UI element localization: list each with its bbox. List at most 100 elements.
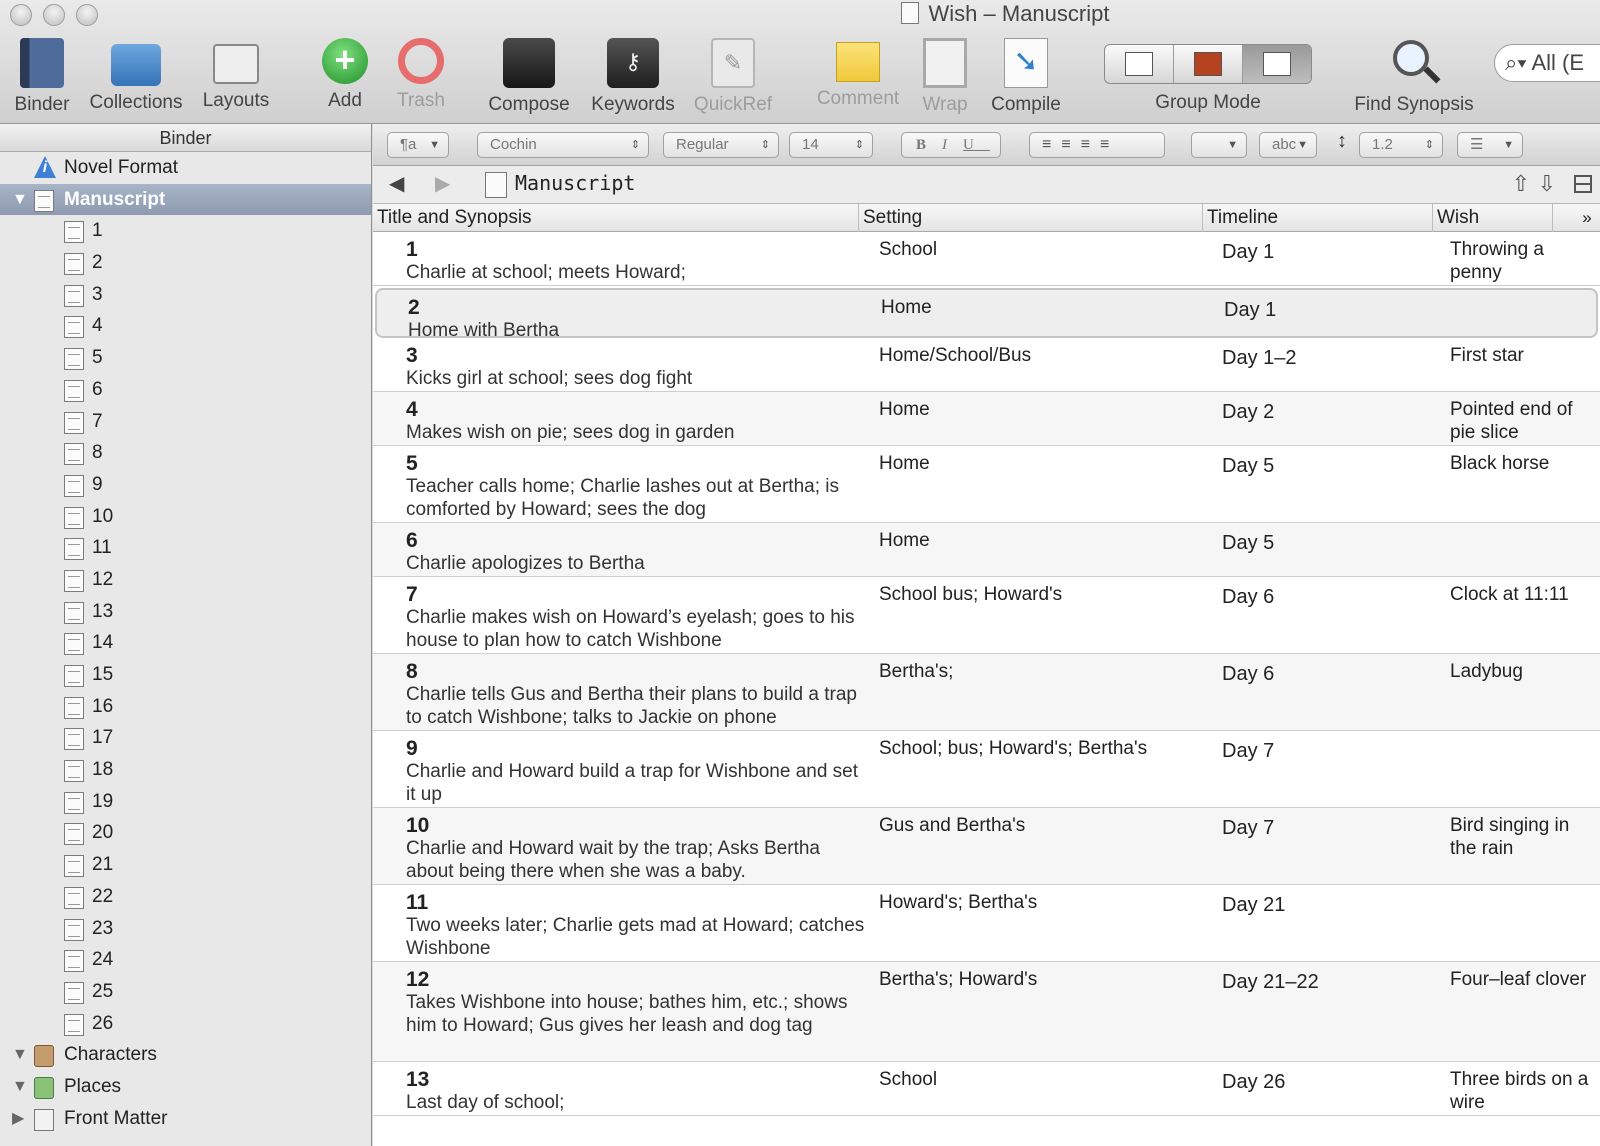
outliner-row[interactable]: 12 Takes Wishbone into house; bathes him,… [373, 962, 1600, 1062]
previous-document-icon[interactable]: ⇧ [1512, 171, 1530, 197]
outliner-row[interactable]: 6 Charlie apologizes to Bertha Home Day 5 [373, 523, 1600, 577]
binder-item-12[interactable]: 12 [0, 564, 371, 596]
outliner-row[interactable]: 4 Makes wish on pie; sees dog in garden Ho… [373, 392, 1600, 446]
binder-item-16[interactable]: 16 [0, 691, 371, 723]
keywords-button[interactable]: ⚷ Keywords [588, 38, 678, 116]
timeline-cell: Day 7 [1222, 740, 1442, 763]
disclosure-closed-icon[interactable]: ▶ [12, 1103, 24, 1134]
binder-item-3[interactable]: 3 [0, 279, 371, 311]
column-header-timeline[interactable]: Timeline [1203, 204, 1433, 232]
binder-item-characters[interactable]: ▼ Characters [0, 1039, 371, 1071]
outliner-row[interactable]: 2 Home with Bertha Home Day 1 [375, 288, 1598, 341]
compile-label: Compile [991, 94, 1061, 115]
binder-item-21[interactable]: 21 [0, 849, 371, 881]
font-size-menu[interactable]: 14 ⇕ [789, 132, 873, 158]
binder-item-4[interactable]: 4 [0, 310, 371, 342]
compose-button[interactable]: Compose [486, 38, 572, 116]
binder-item-places[interactable]: ▼ Places [0, 1071, 371, 1103]
align-justify-icon[interactable]: ≡ [1100, 136, 1119, 153]
binder-item-26[interactable]: 26 [0, 1008, 371, 1040]
window-toolbar: Wish – Manuscript Binder Collections Lay… [0, 0, 1600, 124]
binder-item-11[interactable]: 11 [0, 532, 371, 564]
outliner-row[interactable]: 10 Charlie and Howard wait by the trap; A… [373, 808, 1600, 885]
find-synopsis-button[interactable]: Find Synopsis [1352, 38, 1476, 116]
text-color-menu[interactable]: ▼ [1191, 132, 1247, 158]
next-document-icon[interactable]: ⇩ [1538, 171, 1556, 197]
column-header-setting[interactable]: Setting [859, 204, 1203, 232]
list-style-menu[interactable]: ☰ ▼ [1457, 132, 1523, 158]
outliner-row[interactable]: 5 Teacher calls home; Charlie lashes out … [373, 446, 1600, 523]
column-header-wish[interactable]: Wish [1433, 204, 1553, 232]
binder-item-15[interactable]: 15 [0, 659, 371, 691]
binder-item-novel-format[interactable]: Novel Format [0, 152, 371, 184]
collections-button[interactable]: Collections [84, 38, 188, 114]
outliner-row[interactable]: 13 Last day of school; School Day 26 Three b… [373, 1062, 1600, 1116]
disclosure-open-icon[interactable]: ▼ [12, 1039, 28, 1070]
line-spacing-menu[interactable]: 1.2 ⇕ [1359, 132, 1443, 158]
group-mode-outliner[interactable] [1243, 45, 1311, 83]
underline-button[interactable]: U [963, 137, 990, 153]
back-arrow-icon[interactable]: ◀ [389, 171, 404, 196]
editor-header-title[interactable]: Manuscript [515, 171, 635, 195]
binder-item-9[interactable]: 9 [0, 469, 371, 501]
group-mode-control[interactable] [1104, 44, 1312, 84]
chevron-down-icon: ▼ [1503, 139, 1514, 151]
binder-item-5[interactable]: 5 [0, 342, 371, 374]
binder-item-label: 25 [92, 980, 114, 1002]
forward-arrow-icon[interactable]: ▶ [435, 171, 450, 196]
search-field[interactable]: ⌕▾ All (E [1494, 44, 1600, 82]
add-button[interactable]: + Add [310, 38, 380, 112]
outliner-row[interactable]: 9 Charlie and Howard build a trap for Wis… [373, 731, 1600, 808]
binder-item-1[interactable]: 1 [0, 215, 371, 247]
disclosure-open-icon[interactable]: ▼ [12, 1071, 28, 1102]
trash-button[interactable]: Trash [386, 38, 456, 112]
binder-item-7[interactable]: 7 [0, 406, 371, 438]
compile-button[interactable]: ➘ Compile [986, 38, 1066, 116]
wrap-button[interactable]: Wrap [914, 38, 976, 116]
group-mode-corkboard[interactable] [1174, 45, 1243, 83]
align-center-icon[interactable]: ≡ [1061, 136, 1080, 153]
align-right-icon[interactable]: ≡ [1081, 136, 1100, 153]
binder-item-17[interactable]: 17 [0, 722, 371, 754]
align-left-icon[interactable]: ≡ [1042, 136, 1061, 153]
binder-item-14[interactable]: 14 [0, 627, 371, 659]
binder-item-22[interactable]: 22 [0, 881, 371, 913]
font-family-menu[interactable]: Cochin ⇕ [477, 132, 649, 158]
binder-item-8[interactable]: 8 [0, 437, 371, 469]
paragraph-style-menu[interactable]: ¶a ▼ [387, 132, 449, 158]
binder-item-23[interactable]: 23 [0, 913, 371, 945]
group-mode-scrivenings[interactable] [1105, 45, 1174, 83]
font-style-menu[interactable]: Regular ⇕ [663, 132, 779, 158]
quickref-button[interactable]: ✎ QuickRef [688, 38, 778, 116]
more-columns-icon[interactable]: » [1574, 204, 1600, 232]
binder-button[interactable]: Binder [8, 38, 76, 116]
italic-button[interactable]: I [942, 137, 963, 153]
binder-item-25[interactable]: 25 [0, 976, 371, 1008]
document-icon [64, 221, 84, 244]
binder-item-24[interactable]: 24 [0, 944, 371, 976]
column-header-title[interactable]: Title and Synopsis [373, 204, 859, 232]
layouts-button[interactable]: Layouts [196, 38, 276, 112]
binder-item-19[interactable]: 19 [0, 786, 371, 818]
binder-item-manuscript[interactable]: ▼ Manuscript [0, 183, 371, 216]
binder-item-10[interactable]: 10 [0, 501, 371, 533]
binder-item-front-matter[interactable]: ▶ Front Matter [0, 1103, 371, 1135]
binder-item-18[interactable]: 18 [0, 754, 371, 786]
binder-item-2[interactable]: 2 [0, 247, 371, 279]
binder-item-6[interactable]: 6 [0, 374, 371, 406]
split-editor-icon[interactable] [1574, 175, 1592, 193]
outliner-row[interactable]: 7 Charlie makes wish on Howard’s eyelash;… [373, 577, 1600, 654]
outliner-row[interactable]: 1 Charlie at school; meets Howard; School D… [373, 232, 1600, 286]
outliner-row[interactable]: 11 Two weeks later; Charlie gets mad at H… [373, 885, 1600, 962]
timeline-cell: Day 1 [1222, 241, 1442, 264]
binder-item-13[interactable]: 13 [0, 596, 371, 628]
document-icon [64, 538, 84, 561]
bold-button[interactable]: B [916, 137, 942, 153]
highlight-color-menu[interactable]: abc ▼ [1259, 132, 1317, 158]
outliner-row[interactable]: 8 Charlie tells Gus and Bertha their plan… [373, 654, 1600, 731]
disclosure-open-icon[interactable]: ▼ [12, 184, 28, 215]
alignment-buttons[interactable]: ≡≡≡≡ [1029, 132, 1165, 158]
binder-item-20[interactable]: 20 [0, 817, 371, 849]
comment-button[interactable]: Comment [808, 38, 908, 110]
outliner-row[interactable]: 3 Kicks girl at school; sees dog fight Hom… [373, 338, 1600, 392]
